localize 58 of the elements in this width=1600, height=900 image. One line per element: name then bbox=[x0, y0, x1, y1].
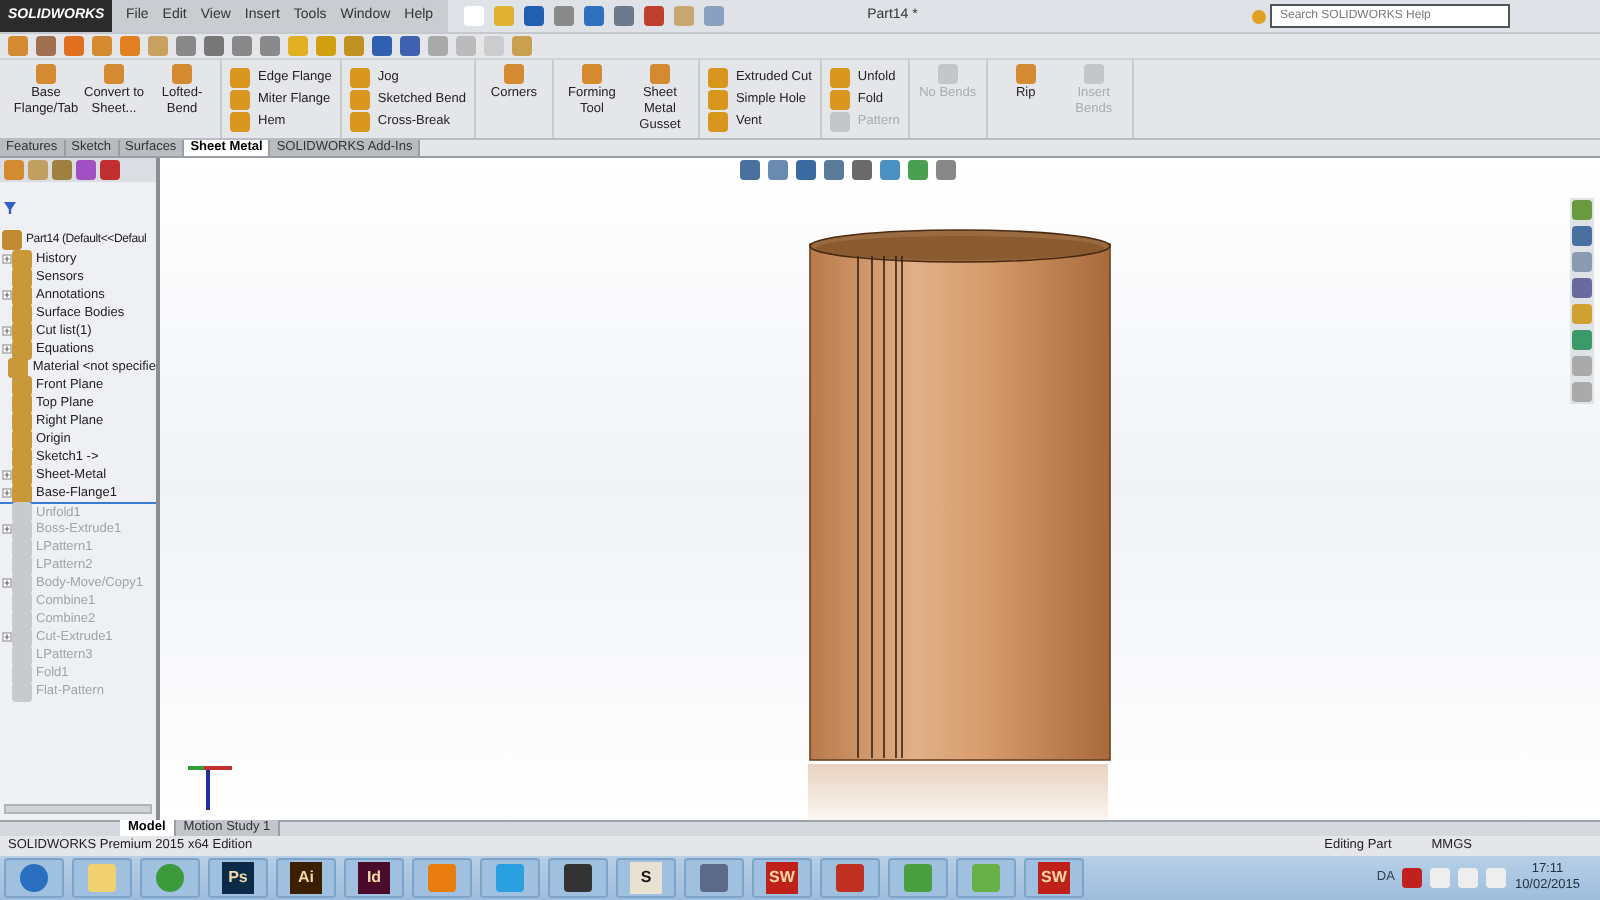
tray-icon bbox=[1458, 868, 1479, 888]
tool-icon bbox=[829, 111, 850, 131]
tool-icon bbox=[349, 89, 370, 109]
tray-icon bbox=[1430, 868, 1451, 888]
part-icon bbox=[2, 230, 22, 250]
expand-icon[interactable] bbox=[1, 344, 11, 354]
app-icon bbox=[700, 864, 728, 892]
toolbar-icon bbox=[643, 6, 664, 26]
tool-icon bbox=[503, 64, 524, 84]
tool-icon bbox=[649, 64, 670, 84]
app-icon bbox=[496, 864, 524, 892]
help-icon bbox=[1252, 9, 1266, 23]
filter-icon[interactable] bbox=[4, 202, 16, 214]
taskbar-app-button[interactable] bbox=[684, 858, 744, 898]
app-icon bbox=[428, 864, 456, 892]
taskbar-app-button[interactable]: Ai bbox=[276, 858, 336, 898]
tool-icon bbox=[707, 111, 728, 131]
expand-icon[interactable] bbox=[1, 326, 11, 336]
taskbar-app-button[interactable] bbox=[820, 858, 880, 898]
horizontal-scrollbar[interactable] bbox=[4, 804, 152, 814]
expand-icon[interactable] bbox=[1, 254, 11, 264]
tool-icon bbox=[829, 67, 850, 87]
tool-icon bbox=[1015, 64, 1036, 84]
tool-icon bbox=[172, 64, 192, 84]
taskbar-app-button[interactable]: SW bbox=[752, 858, 812, 898]
tool-icon bbox=[104, 64, 124, 84]
tool-icon bbox=[707, 89, 728, 109]
toolbar-icon bbox=[493, 6, 514, 26]
app-icon bbox=[20, 864, 48, 892]
toolbar-icon bbox=[463, 6, 484, 26]
toolbar-icon bbox=[553, 6, 574, 26]
taskbar-app-button[interactable]: Ps bbox=[208, 858, 268, 898]
tool-icon bbox=[581, 64, 602, 84]
toolbar-icon bbox=[673, 6, 694, 26]
toolbar-icon bbox=[583, 6, 604, 26]
tray-icon bbox=[1402, 868, 1423, 888]
tool-icon bbox=[349, 111, 370, 131]
taskbar-app-button[interactable]: S bbox=[616, 858, 676, 898]
tray-icon bbox=[1486, 868, 1507, 888]
tool-icon bbox=[707, 67, 728, 87]
toolbar-icon bbox=[523, 6, 544, 26]
app-icon bbox=[156, 864, 184, 892]
toolbar-icon bbox=[703, 6, 724, 26]
expand-icon[interactable] bbox=[1, 488, 11, 498]
app-icon bbox=[972, 864, 1000, 892]
app-icon bbox=[88, 864, 116, 892]
app-icon bbox=[904, 864, 932, 892]
tool-icon bbox=[36, 64, 56, 84]
taskbar-app-button[interactable] bbox=[548, 858, 608, 898]
taskbar-app-button[interactable]: Id bbox=[344, 858, 404, 898]
expand-icon[interactable] bbox=[1, 290, 11, 300]
app-icon bbox=[836, 864, 864, 892]
app-icon bbox=[564, 864, 592, 892]
tool-icon bbox=[829, 89, 850, 109]
taskbar-app-button[interactable]: SW bbox=[1024, 858, 1084, 898]
tool-icon bbox=[349, 67, 370, 87]
expand-icon[interactable] bbox=[1, 470, 11, 480]
toolbar-icon bbox=[613, 6, 634, 26]
